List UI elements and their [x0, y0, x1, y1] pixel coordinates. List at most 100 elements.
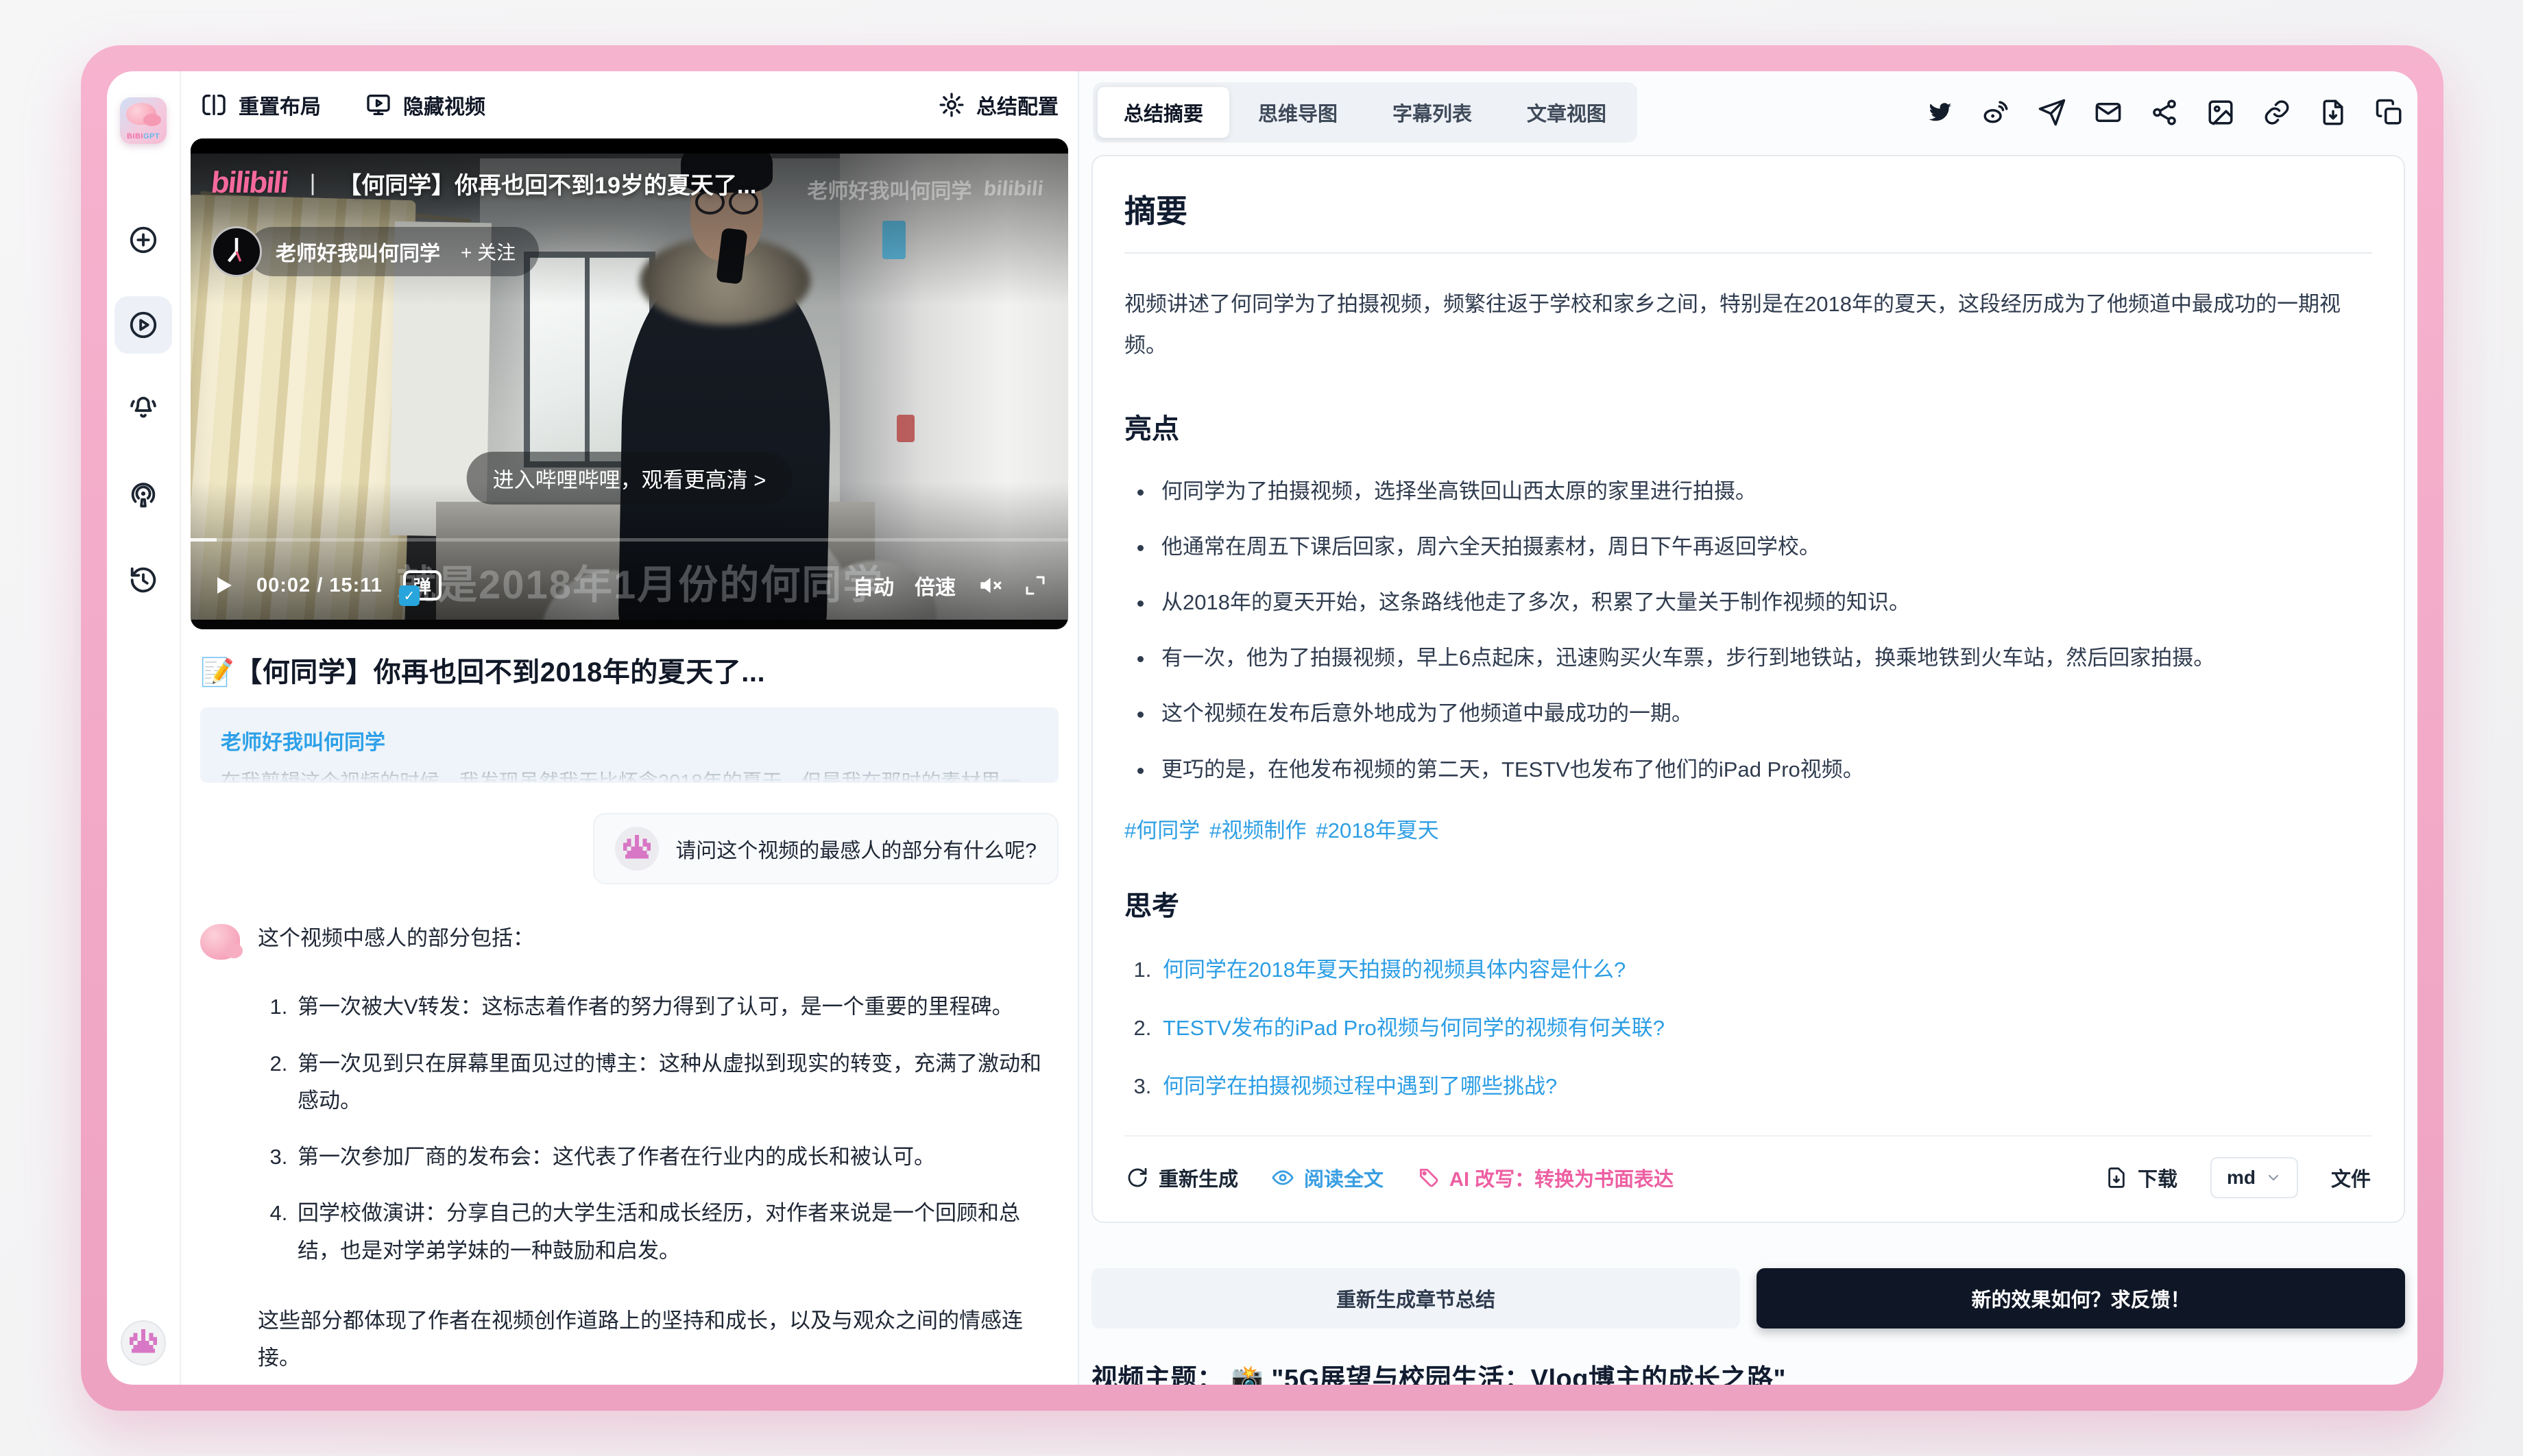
author-link[interactable]: 老师好我叫何同学	[221, 731, 385, 754]
uploader-name[interactable]: 老师好我叫何同学	[276, 236, 440, 267]
hashtag-link[interactable]: #2018年夏天	[1316, 813, 1439, 844]
send-icon	[2038, 98, 2066, 127]
quality-button[interactable]: 自动	[853, 570, 894, 600]
user-question-text: 请问这个视频的最感人的部分有什么呢?	[675, 834, 1037, 864]
podcast-icon	[128, 479, 159, 511]
image-icon	[2206, 98, 2235, 127]
user-avatar[interactable]	[121, 1320, 166, 1366]
progress-bar[interactable]	[191, 538, 1068, 542]
share-telegram-button[interactable]	[2038, 98, 2066, 127]
gear-icon	[938, 91, 965, 119]
list-item: 更巧的是，在他发布视频的第二天，TESTV也发布了他们的iPad Pro视频。	[1155, 752, 2372, 787]
hashtag-row: #何同学 #视频制作 #2018年夏天	[1124, 813, 2372, 844]
follow-button[interactable]: + 关注	[461, 238, 516, 265]
export-image-button[interactable]	[2206, 98, 2235, 127]
sidebar-item-history[interactable]	[114, 551, 172, 609]
fullscreen-icon	[1023, 573, 1048, 598]
reset-layout-icon	[200, 91, 228, 119]
chat-question-row: 请问这个视频的最感人的部分有什么呢?	[200, 813, 1059, 884]
video-description-box[interactable]: 老师好我叫何同学 在我剪辑这个视频的时候，我发现虽然我无比怀念2018年的夏天，…	[200, 707, 1059, 783]
tab-subtitles[interactable]: 字幕列表	[1366, 87, 1498, 138]
reset-layout-label: 重置布局	[239, 90, 321, 120]
logo-cloud-icon-2	[143, 114, 161, 126]
share-twitter-button[interactable]	[1925, 98, 1954, 127]
highlights-list: 何同学为了拍摄视频，选择坐高铁回山西太原的家里进行拍摄。 他通常在周五下课后回家…	[1155, 474, 2372, 787]
video-watermark: 老师好我叫何同学bilibili	[807, 174, 1043, 204]
link-icon	[2262, 98, 2291, 127]
questions-list: 何同学在2018年夏天拍摄的视频具体内容是什么? TESTV发布的iPad Pr…	[1157, 952, 2372, 1100]
format-select[interactable]: md	[2210, 1157, 2298, 1198]
ai-answer-row: 这个视频中感人的部分包括： 第一次被大V转发：这标志着作者的努力得到了认可，是一…	[200, 920, 1059, 1376]
speed-button[interactable]: 倍速	[915, 570, 956, 600]
plus-circle-icon	[128, 224, 159, 256]
hashtag-link[interactable]: #何同学	[1124, 813, 1200, 844]
share-weibo-button[interactable]	[1981, 98, 2010, 127]
time-display: 00:02 / 15:11	[256, 574, 383, 597]
ai-answer-body: 这个视频中感人的部分包括： 第一次被大V转发：这标志着作者的努力得到了认可，是一…	[258, 920, 1059, 1376]
bilibili-logo[interactable]: bilibili	[209, 166, 289, 200]
download-icon	[2105, 1166, 2128, 1189]
bibigpt-logo[interactable]: BIBIGPT	[120, 97, 167, 144]
clock-avatar-icon	[213, 228, 260, 275]
summary-config-label: 总结配置	[976, 90, 1059, 120]
ai-answer-list: 第一次被大V转发：这标志着作者的努力得到了认可，是一个重要的里程碑。 第一次见到…	[293, 988, 1059, 1270]
enter-bilibili-button[interactable]: 进入哔哩哔哩，观看更高清 >	[467, 452, 793, 505]
tab-summary[interactable]: 总结摘要	[1098, 87, 1229, 138]
speaker-muted-icon	[976, 572, 1002, 598]
uploader-avatar[interactable]	[211, 226, 262, 277]
danmaku-toggle[interactable]: 弹✓	[403, 570, 442, 600]
sidebar-nav	[114, 211, 172, 609]
copy-button[interactable]	[2375, 98, 2404, 127]
hide-video-button[interactable]: 隐藏视频	[365, 90, 485, 120]
read-full-button[interactable]: 阅读全文	[1271, 1163, 1384, 1192]
summary-config-button[interactable]: 总结配置	[938, 90, 1059, 120]
weibo-icon	[1981, 98, 2010, 127]
video-topic-heading: 视频主题： 📸 "5G展望与校园生活：Vlog博主的成长之路"	[1091, 1357, 2405, 1385]
user-chat-avatar	[615, 827, 659, 871]
pixel-avatar-icon	[623, 835, 651, 862]
sidebar-item-video-summary[interactable]	[114, 296, 172, 354]
share-email-button[interactable]	[2094, 98, 2123, 127]
refresh-icon	[1126, 1166, 1149, 1189]
sidebar-item-podcast[interactable]	[114, 466, 172, 524]
play-button[interactable]	[211, 573, 236, 598]
question-link[interactable]: 何同学在拍摄视频过程中遇到了哪些挑战?	[1163, 1074, 1557, 1098]
download-button[interactable]: 下载	[2105, 1163, 2177, 1192]
sidebar: BIBIGPT	[107, 71, 181, 1385]
list-item: 何同学在2018年夏天拍摄的视频具体内容是什么?	[1157, 952, 2372, 983]
copy-link-button[interactable]	[2262, 98, 2291, 127]
feedback-button[interactable]: 新的效果如何？求反馈！	[1757, 1268, 2405, 1328]
video-column: 重置布局 隐藏视频 总结配置	[181, 71, 1078, 1385]
download-file-button[interactable]	[2319, 98, 2347, 127]
list-item: 第一次被大V转发：这标志着作者的努力得到了认可，是一个重要的里程碑。	[293, 988, 1059, 1026]
question-link[interactable]: 何同学在2018年夏天拍摄的视频具体内容是什么?	[1163, 958, 1626, 982]
regenerate-button[interactable]: 重新生成	[1126, 1163, 1238, 1192]
ai-rewrite-button[interactable]: AI 改写：转换为书面表达	[1416, 1163, 1674, 1192]
history-icon	[128, 564, 159, 596]
tab-article[interactable]: 文章视图	[1501, 87, 1632, 138]
reset-layout-button[interactable]: 重置布局	[200, 90, 321, 120]
share-button[interactable]	[2150, 98, 2179, 127]
mute-button[interactable]	[976, 572, 1002, 598]
monitor-play-icon	[365, 91, 392, 119]
tab-mindmap[interactable]: 思维导图	[1232, 87, 1364, 138]
fullscreen-button[interactable]	[1023, 573, 1048, 598]
player-controls: 00:02 / 15:11 弹✓ 自动 倍速	[191, 554, 1068, 617]
pixel-avatar-icon	[130, 1329, 157, 1357]
list-item: 从2018年的夏天开始，这条路线他走了多次，积累了大量关于制作视频的知识。	[1155, 585, 2372, 620]
hashtag-link[interactable]: #视频制作	[1209, 813, 1306, 844]
video-player[interactable]: bilibili 丨 【何同学】你再也回不到19岁的夏天了... 老师好我叫何同…	[191, 138, 1068, 629]
list-item: 有一次，他为了拍摄视频，早上6点起床，迅速购买火车票，步行到地铁站，换乘地铁到火…	[1155, 640, 2372, 675]
bottom-actions: 重新生成章节总结 新的效果如何？求反馈！	[1091, 1268, 2405, 1328]
file-label: 文件	[2331, 1163, 2371, 1192]
danmaku-check-badge: ✓	[399, 585, 420, 606]
question-link[interactable]: TESTV发布的iPad Pro视频与何同学的视频有何关联?	[1163, 1016, 1665, 1040]
uploader-row: 老师好我叫何同学 + 关注	[211, 226, 539, 277]
list-item: TESTV发布的iPad Pro视频与何同学的视频有何关联?	[1157, 1010, 2372, 1041]
desktop-background: BIBIGPT	[0, 0, 2523, 1456]
sidebar-item-notifications[interactable]	[114, 381, 172, 439]
regen-chapters-button[interactable]: 重新生成章节总结	[1091, 1268, 1740, 1328]
share-icon-row	[1925, 98, 2404, 127]
list-item: 回学校做演讲：分享自己的大学生活和成长经历，对作者来说是一个回顾和总结，也是对学…	[293, 1195, 1059, 1270]
sidebar-item-new[interactable]	[114, 211, 172, 269]
